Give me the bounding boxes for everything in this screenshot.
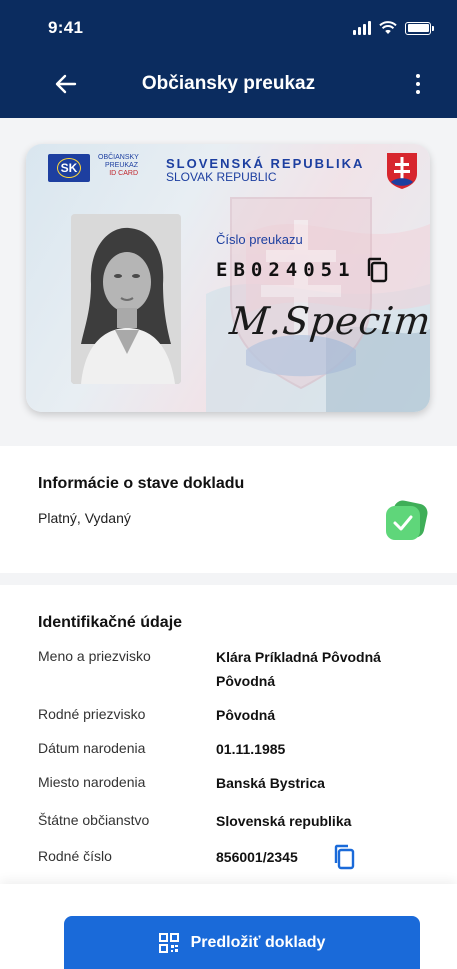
wifi-icon bbox=[379, 21, 397, 34]
country-name-en: SLOVAK REPUBLIC bbox=[166, 170, 277, 184]
doc-number-label: Číslo preukazu bbox=[216, 232, 303, 247]
eu-flag-icon: SK bbox=[48, 154, 90, 182]
card-area: SK OBČIANSKY PREUKAZ ID CARD SLOVENSKÁ R… bbox=[0, 118, 457, 446]
holder-photo bbox=[71, 214, 181, 384]
copy-birth-number-button[interactable] bbox=[333, 844, 355, 875]
present-documents-label: Predložiť doklady bbox=[190, 933, 326, 951]
copy-icon bbox=[334, 844, 355, 870]
coat-of-arms-icon bbox=[387, 153, 417, 189]
check-badge-icon bbox=[386, 500, 428, 540]
field-value: Pôvodná bbox=[216, 707, 276, 723]
qr-code-icon bbox=[158, 932, 179, 953]
status-icons bbox=[353, 18, 434, 38]
battery-icon bbox=[405, 21, 434, 35]
page-title: Občiansky preukaz bbox=[141, 73, 316, 94]
document-status-value: Platný, Vydaný bbox=[38, 510, 131, 526]
signal-icon bbox=[353, 21, 371, 35]
id-card[interactable]: SK OBČIANSKY PREUKAZ ID CARD SLOVENSKÁ R… bbox=[26, 144, 430, 412]
field-value: Banská Bystrica bbox=[216, 775, 325, 791]
field-value: 01.11.1985 bbox=[216, 741, 286, 757]
doc-type-label: OBČIANSKY PREUKAZ ID CARD bbox=[98, 154, 139, 177]
field-value: Klára Príkladná Pôvodná Pôvodná bbox=[216, 649, 381, 689]
field-label: Miesto narodenia bbox=[38, 774, 146, 790]
copy-doc-number-button[interactable] bbox=[366, 257, 388, 288]
more-options-button[interactable] bbox=[404, 70, 432, 98]
field-label: Rodné priezvisko bbox=[38, 706, 146, 722]
field-value: Slovenská republika bbox=[216, 813, 352, 829]
section-divider bbox=[0, 573, 457, 585]
country-name: SLOVENSKÁ REPUBLIKA bbox=[166, 156, 365, 171]
copy-icon bbox=[367, 257, 388, 283]
country-code: SK bbox=[57, 158, 81, 178]
field-label: Štátne občianstvo bbox=[38, 812, 150, 828]
coat-of-arms-watermark bbox=[230, 197, 372, 390]
document-status-title: Informácie o stave dokladu bbox=[38, 475, 245, 492]
app-bar: 9:41 Občiansky preukaz bbox=[0, 0, 457, 118]
doc-number: EB024051 bbox=[216, 259, 356, 281]
holder-signature: M.Specimen bbox=[227, 299, 430, 343]
status-time: 9:41 bbox=[48, 18, 84, 37]
identification-title: Identifikačné údaje bbox=[38, 614, 183, 631]
more-vertical-icon bbox=[416, 74, 420, 78]
present-documents-button[interactable]: Predložiť doklady bbox=[64, 916, 420, 969]
field-value: 856001/2345 bbox=[216, 849, 298, 865]
field-label: Dátum narodenia bbox=[38, 740, 146, 756]
field-label: Rodné číslo bbox=[38, 848, 112, 864]
field-label: Meno a priezvisko bbox=[38, 648, 151, 664]
